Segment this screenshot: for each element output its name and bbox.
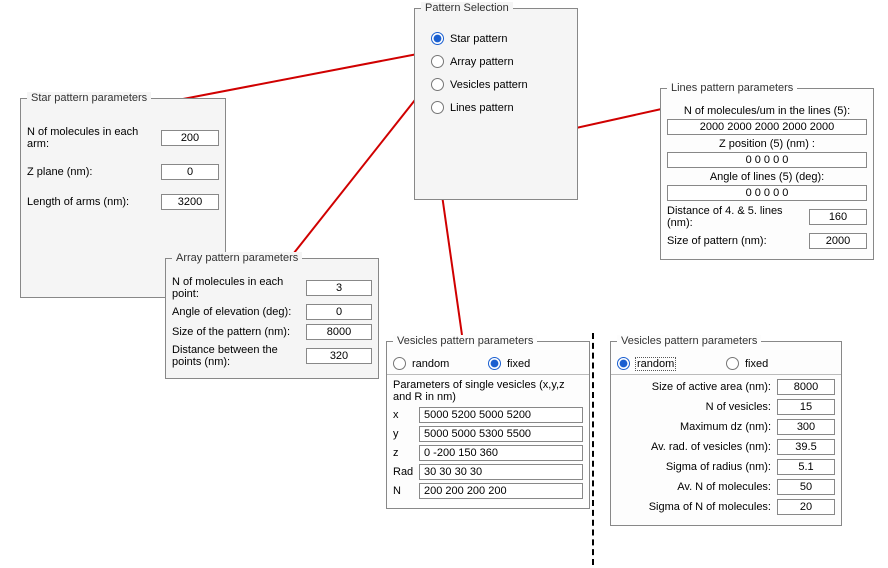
vesfixed-radio-fixed[interactable]: fixed [488, 357, 583, 370]
vesrand-radio-random[interactable]: random [617, 357, 726, 370]
dashed-separator [592, 333, 594, 565]
star-length-input[interactable] [161, 194, 219, 210]
array-size-input[interactable] [306, 324, 372, 340]
vesfixed-separator [387, 374, 589, 375]
vesfixed-n-label: N [393, 485, 419, 497]
vesfixed-rad-input[interactable] [419, 464, 583, 480]
vesrand-avrad-label: Av. rad. of vesicles (nm): [617, 441, 777, 453]
vesfixed-radio-fixed-input[interactable] [488, 357, 501, 370]
vesrand-radio-fixed-input[interactable] [726, 357, 739, 370]
lines-params-legend: Lines pattern parameters [667, 82, 797, 94]
array-dist-label: Distance between the points (nm): [172, 344, 306, 368]
vesfixed-x-label: x [393, 409, 419, 421]
radio-lines-input[interactable] [431, 101, 444, 114]
vesicles-random-group: Vesicles pattern parameters random fixed… [610, 335, 842, 526]
array-size-label: Size of the pattern (nm): [172, 326, 306, 338]
vesicles-random-legend: Vesicles pattern parameters [617, 335, 761, 347]
vesrand-sigmar-input[interactable] [777, 459, 835, 475]
radio-array-input[interactable] [431, 55, 444, 68]
vesfixed-z-input[interactable] [419, 445, 583, 461]
radio-array-label: Array pattern [450, 56, 514, 68]
vesfixed-radio-random[interactable]: random [393, 357, 488, 370]
vesfixed-rad-label: Rad [393, 466, 419, 478]
array-angle-input[interactable] [306, 304, 372, 320]
vesrand-avn-label: Av. N of molecules: [617, 481, 777, 493]
vesicles-fixed-group: Vesicles pattern parameters random fixed… [386, 335, 590, 509]
array-nmol-input[interactable] [306, 280, 372, 296]
pattern-selection-legend: Pattern Selection [421, 2, 513, 14]
lines-zpos-label: Z position (5) (nm) : [667, 138, 867, 150]
vesrand-size-label: Size of active area (nm): [617, 381, 777, 393]
vesrand-maxdz-label: Maximum dz (nm): [617, 421, 777, 433]
vesfixed-n-input[interactable] [419, 483, 583, 499]
radio-array[interactable]: Array pattern [431, 55, 569, 68]
vesrand-radio-fixed[interactable]: fixed [726, 357, 835, 370]
vesrand-maxdz-input[interactable] [777, 419, 835, 435]
star-params-legend: Star pattern parameters [27, 92, 151, 104]
radio-star-input[interactable] [431, 32, 444, 45]
vesrand-avrad-input[interactable] [777, 439, 835, 455]
star-length-label: Length of arms (nm): [27, 196, 161, 208]
lines-size-label: Size of pattern (nm): [667, 235, 809, 247]
radio-vesicles-label: Vesicles pattern [450, 79, 528, 91]
radio-star[interactable]: Star pattern [431, 32, 569, 45]
vesicles-fixed-legend: Vesicles pattern parameters [393, 335, 537, 347]
vesfixed-radio-fixed-label: fixed [507, 358, 530, 370]
vesrand-sigmar-label: Sigma of radius (nm): [617, 461, 777, 473]
vesrand-radio-fixed-label: fixed [745, 358, 768, 370]
vesfixed-radio-random-label: random [412, 358, 449, 370]
radio-vesicles-input[interactable] [431, 78, 444, 91]
vesrand-sigman-label: Sigma of N of molecules: [617, 501, 777, 513]
vesrand-avn-input[interactable] [777, 479, 835, 495]
array-params-group: Array pattern parameters N of molecules … [165, 252, 379, 379]
star-nmol-input[interactable] [161, 130, 219, 146]
vesrand-nves-input[interactable] [777, 399, 835, 415]
radio-lines-label: Lines pattern [450, 102, 514, 114]
vesrand-radio-random-label: random [636, 358, 675, 370]
array-nmol-label: N of molecules in each point: [172, 276, 306, 300]
lines-dist45-input[interactable] [809, 209, 867, 225]
vesrand-separator [611, 374, 841, 375]
vesrand-radio-random-input[interactable] [617, 357, 630, 370]
array-params-legend: Array pattern parameters [172, 252, 302, 264]
vesfixed-radio-random-input[interactable] [393, 357, 406, 370]
lines-size-input[interactable] [809, 233, 867, 249]
vesfixed-y-label: y [393, 428, 419, 440]
lines-nmol-input[interactable] [667, 119, 867, 135]
vesrand-sigman-input[interactable] [777, 499, 835, 515]
lines-angle-label: Angle of lines (5) (deg): [667, 171, 867, 183]
lines-params-group: Lines pattern parameters N of molecules/… [660, 82, 874, 260]
star-zplane-label: Z plane (nm): [27, 166, 161, 178]
star-zplane-input[interactable] [161, 164, 219, 180]
vesfixed-x-input[interactable] [419, 407, 583, 423]
radio-lines[interactable]: Lines pattern [431, 101, 569, 114]
array-angle-label: Angle of elevation (deg): [172, 306, 306, 318]
vesrand-nves-label: N of vesicles: [617, 401, 777, 413]
lines-zpos-input[interactable] [667, 152, 867, 168]
star-nmol-label: N of molecules in each arm: [27, 126, 161, 150]
vesrand-size-input[interactable] [777, 379, 835, 395]
lines-dist45-label: Distance of 4. & 5. lines (nm): [667, 205, 809, 229]
pattern-selection-group: Pattern Selection Star pattern Array pat… [414, 2, 578, 200]
vesfixed-z-label: z [393, 447, 419, 459]
array-dist-input[interactable] [306, 348, 372, 364]
vesfixed-y-input[interactable] [419, 426, 583, 442]
lines-angle-input[interactable] [667, 185, 867, 201]
radio-star-label: Star pattern [450, 33, 507, 45]
vesfixed-subhead: Parameters of single vesicles (x,y,z and… [393, 379, 583, 403]
radio-vesicles[interactable]: Vesicles pattern [431, 78, 569, 91]
lines-nmol-label: N of molecules/um in the lines (5): [667, 105, 867, 117]
